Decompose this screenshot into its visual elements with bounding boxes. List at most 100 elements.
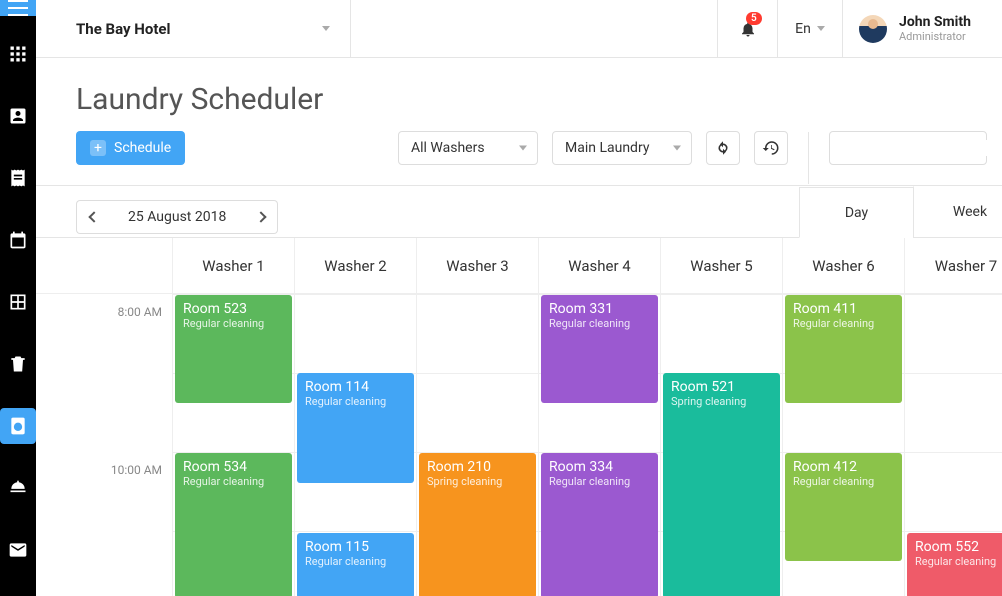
event-title: Room 534 (183, 459, 284, 475)
contact-icon (8, 106, 28, 126)
washer-column: Washer 6Room 411Regular cleaningRoom 412… (783, 238, 905, 596)
schedule-event[interactable]: Room 552Regular cleaning (907, 533, 1002, 596)
hotel-name: The Bay Hotel (76, 20, 322, 38)
schedule-button[interactable]: + Schedule (76, 131, 185, 165)
laundry-icon (8, 416, 28, 436)
event-subtitle: Regular cleaning (305, 555, 406, 568)
schedule-event[interactable]: Room 331Regular cleaning (541, 295, 658, 403)
caret-down-icon (519, 146, 527, 151)
event-subtitle: Regular cleaning (793, 475, 894, 488)
washer-column: Washer 2 Room 114Regular cleaning Room 115… (295, 238, 417, 596)
event-title: Room 552 (915, 539, 1002, 555)
washer-header: Washer 1 (173, 238, 294, 294)
user-name: John Smith (899, 14, 971, 30)
schedule-event[interactable]: Room 114Regular cleaning (297, 373, 414, 483)
time-label: 10:00 AM (111, 463, 162, 477)
nav-apps[interactable] (0, 36, 36, 72)
history-button[interactable] (754, 131, 788, 165)
nav-mail[interactable] (0, 532, 36, 568)
washer-header: Washer 3 (417, 238, 538, 294)
event-subtitle: Regular cleaning (305, 395, 406, 408)
view-tab-week[interactable]: Week (913, 186, 1002, 237)
schedule-event[interactable]: Room 115Regular cleaning (297, 533, 414, 596)
hamburger-icon (8, 0, 28, 16)
schedule-event[interactable]: Room 523Regular cleaning (175, 295, 292, 403)
menu-toggle[interactable] (0, 0, 36, 16)
schedule-event[interactable]: Room 412Regular cleaning (785, 453, 902, 561)
event-subtitle: Regular cleaning (549, 475, 650, 488)
schedule-event[interactable]: Room 411Regular cleaning (785, 295, 902, 403)
event-title: Room 411 (793, 301, 894, 317)
time-label: 8:00 AM (118, 305, 162, 319)
dining-icon (8, 478, 28, 498)
schedule-event[interactable]: Room 210Spring cleaning (419, 453, 536, 596)
language-label: En (795, 21, 811, 37)
event-title: Room 115 (305, 539, 406, 555)
washer-header: Washer 4 (539, 238, 660, 294)
event-title: Room 210 (427, 459, 528, 475)
prev-date-button[interactable] (76, 200, 110, 234)
washer-column: Washer 5Room 521Spring cleaning (661, 238, 783, 596)
notifications-button[interactable]: 5 (717, 0, 777, 57)
current-date: 25 August 2018 (110, 200, 244, 234)
notification-count: 5 (746, 12, 762, 25)
location-filter-value: Main Laundry (565, 140, 649, 156)
event-subtitle: Spring cleaning (427, 475, 528, 488)
search-input[interactable] (844, 140, 1002, 156)
language-selector[interactable]: En (777, 0, 842, 57)
user-menu[interactable]: John Smith Administrator (842, 0, 1002, 57)
hotel-selector[interactable]: The Bay Hotel (36, 0, 351, 57)
sidebar (0, 0, 36, 596)
nav-dining[interactable] (0, 470, 36, 506)
search-box[interactable] (829, 131, 987, 165)
receipt-icon (8, 168, 28, 188)
chevron-left-icon (88, 211, 99, 222)
washer-column: Washer 3 Room 210Spring cleaning (417, 238, 539, 596)
event-subtitle: Regular cleaning (915, 555, 1002, 568)
washer-filter-value: All Washers (411, 140, 485, 156)
washer-filter-select[interactable]: All Washers (398, 131, 538, 165)
location-filter-select[interactable]: Main Laundry (552, 131, 692, 165)
refresh-button[interactable] (706, 131, 740, 165)
refresh-icon (714, 139, 732, 157)
washer-header: Washer 2 (295, 238, 416, 294)
scheduler-grid: 8:00 AM10:00 AM Washer 1Room 523Regular … (36, 238, 1002, 596)
event-subtitle: Regular cleaning (183, 317, 284, 330)
trash-icon (8, 354, 28, 374)
next-date-button[interactable] (244, 200, 278, 234)
schedule-event[interactable]: Room 521Spring cleaning (663, 373, 780, 596)
schedule-event[interactable]: Room 534Regular cleaning (175, 453, 292, 596)
schedule-button-label: Schedule (114, 140, 171, 156)
mail-icon (8, 540, 28, 560)
nav-laundry[interactable] (0, 408, 36, 444)
event-title: Room 521 (671, 379, 772, 395)
event-title: Room 412 (793, 459, 894, 475)
user-role: Administrator (899, 30, 971, 43)
event-title: Room 331 (549, 301, 650, 317)
nav-contacts[interactable] (0, 98, 36, 134)
history-icon (762, 139, 780, 157)
event-subtitle: Regular cleaning (183, 475, 284, 488)
avatar (859, 15, 887, 43)
divider (808, 132, 809, 184)
event-title: Room 523 (183, 301, 284, 317)
event-subtitle: Regular cleaning (793, 317, 894, 330)
caret-down-icon (673, 146, 681, 151)
event-subtitle: Regular cleaning (549, 317, 650, 330)
washer-column: Washer 7 Room 552Regular cleaning (905, 238, 1002, 596)
topbar: The Bay Hotel 5 En John Smith Administra… (36, 0, 1002, 58)
nav-calendar[interactable] (0, 222, 36, 258)
plus-icon: + (90, 140, 106, 156)
nav-trash[interactable] (0, 346, 36, 382)
grid-icon (8, 44, 28, 64)
nav-receipts[interactable] (0, 160, 36, 196)
view-tab-day[interactable]: Day (799, 187, 913, 238)
page-title: Laundry Scheduler (36, 58, 1002, 131)
nav-rooms[interactable] (0, 284, 36, 320)
time-column: 8:00 AM 10:00 AM (36, 238, 173, 596)
washer-column: Washer 1Room 523Regular cleaningRoom 534… (173, 238, 295, 596)
calendar-icon (8, 230, 28, 250)
schedule-event[interactable]: Room 334Regular cleaning (541, 453, 658, 596)
washer-header: Washer 7 (905, 238, 1002, 294)
chevron-right-icon (255, 211, 266, 222)
